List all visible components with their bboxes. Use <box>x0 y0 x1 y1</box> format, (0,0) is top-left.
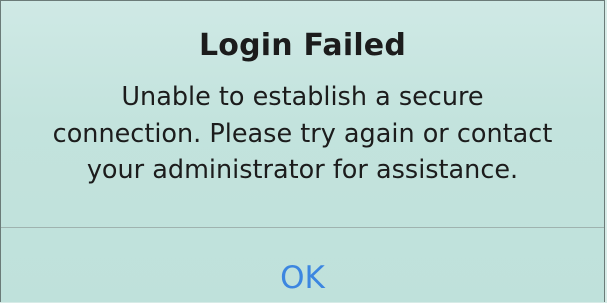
ok-button-label: OK <box>280 259 325 296</box>
alert-message-line-3: your administrator for assistance. <box>86 155 519 185</box>
alert-message-line-2: connection. Please try again or contact <box>52 118 553 149</box>
alert-message: Unable to establish a secure connection.… <box>21 79 584 189</box>
ok-button[interactable]: OK <box>1 228 604 303</box>
alert-body: Login Failed Unable to establish a secur… <box>1 1 604 227</box>
alert-message-line-1: Unable to establish a secure <box>121 82 484 112</box>
login-failed-alert: Login Failed Unable to establish a secur… <box>0 0 605 302</box>
alert-title: Login Failed <box>198 28 407 63</box>
